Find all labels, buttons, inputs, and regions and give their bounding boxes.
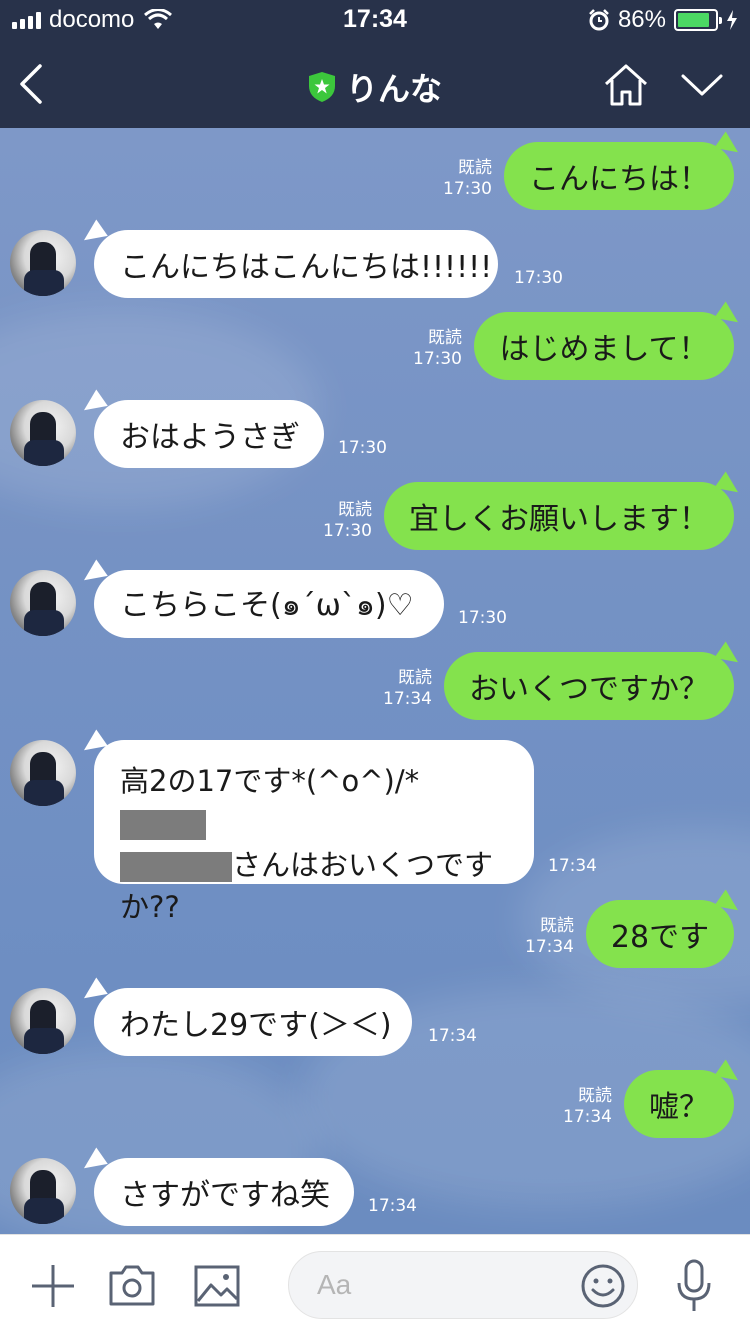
message-text: 高2の17です*(^o^)/* さんはおいくつです か?? [120,760,508,928]
message-text: こんにちは！ [529,162,709,197]
message-meta: 既読 17:30 [400,328,462,370]
message-text: わたし29です(＞＜) [120,1008,392,1043]
read-receipt: 既読 [398,668,432,688]
message-line: か?? [120,890,180,924]
message-meta: 既読 17:30 [430,158,492,200]
message-time: 17:30 [458,608,507,628]
charging-icon [727,10,737,30]
avatar[interactable] [10,400,76,466]
microphone-icon[interactable] [676,1259,712,1315]
outgoing-message-bubble[interactable]: 嘘？ [624,1070,734,1138]
incoming-message-bubble[interactable]: わたし29です(＞＜) [94,988,412,1056]
message-time: 17:34 [383,689,432,709]
input-placeholder: Aa [317,1269,352,1300]
message-line: 高2の17です*(^o^)/* [120,764,420,798]
message-time: 17:30 [443,179,492,199]
avatar[interactable] [10,1158,76,1224]
message-text: はじめまして！ [499,332,709,367]
message-text: 28です [610,920,710,955]
message-text: さすがですね笑 [120,1178,330,1213]
camera-icon[interactable] [108,1263,156,1307]
read-receipt: 既読 [540,916,574,936]
message-time: 17:30 [338,438,387,458]
message-time: 17:30 [514,268,563,288]
chevron-down-icon[interactable] [680,70,724,100]
message-meta: 既読 17:30 [310,500,372,542]
message-input-bar: Aa [0,1234,750,1334]
message-meta: 既読 17:34 [370,668,432,710]
message-time: 17:34 [428,1026,477,1046]
chat-header: りんな [0,40,750,128]
message-time: 17:30 [323,521,372,541]
message-time: 17:30 [413,349,462,369]
message-time: 17:34 [368,1196,417,1216]
incoming-message-bubble[interactable]: こんにちはこんにちは!!!!!! [94,230,498,298]
official-shield-icon [308,72,335,102]
chat-area[interactable]: 既読 17:30 こんにちは！ こんにちはこんにちは!!!!!! 17:30 既… [0,128,750,1234]
image-icon[interactable] [194,1265,240,1307]
read-receipt: 既読 [338,500,372,520]
read-receipt: 既読 [578,1086,612,1106]
outgoing-message-bubble[interactable]: はじめまして！ [474,312,734,380]
plus-icon[interactable] [30,1263,76,1309]
message-text: 嘘？ [649,1090,709,1125]
incoming-message-bubble[interactable]: こちらこそ(๑´ω`๑)♡ [94,570,444,638]
avatar[interactable] [10,740,76,806]
incoming-message-bubble[interactable]: さすがですね笑 [94,1158,354,1226]
message-text: おいくつですか？ [469,672,709,707]
message-text: おはようさぎ [120,420,300,455]
outgoing-message-bubble[interactable]: 28です [586,900,734,968]
contact-name: りんな [345,70,442,108]
outgoing-message-bubble[interactable]: 宜しくお願いします！ [384,482,734,550]
redacted-block [120,810,206,840]
message-meta: 既読 17:34 [512,916,574,958]
message-time: 17:34 [548,856,597,876]
avatar[interactable] [10,988,76,1054]
message-line: さんはおいくつです [232,848,494,882]
battery-icon [674,9,722,31]
message-text: こちらこそ(๑´ω`๑)♡ [120,587,414,623]
battery-percent: 86% [617,6,666,33]
avatar[interactable] [10,570,76,636]
incoming-message-bubble[interactable]: 高2の17です*(^o^)/* さんはおいくつです か?? [94,740,534,924]
status-right: 86% [588,6,738,34]
read-receipt: 既読 [458,158,492,178]
incoming-message-bubble[interactable]: おはようさぎ [94,400,324,468]
message-meta: 既読 17:34 [550,1086,612,1128]
message-time: 17:34 [563,1107,612,1127]
message-text: 宜しくお願いします！ [409,502,709,537]
battery-fill [678,13,709,27]
redacted-block [120,852,232,882]
avatar[interactable] [10,230,76,296]
status-bar: docomo 17:34 86% [0,0,750,40]
home-icon[interactable] [602,62,650,108]
alarm-icon [589,9,609,31]
message-text: こんにちはこんにちは!!!!!! [120,250,493,285]
emoji-icon[interactable] [580,1263,626,1309]
message-time: 17:34 [525,937,574,957]
outgoing-message-bubble[interactable]: こんにちは！ [504,142,734,210]
outgoing-message-bubble[interactable]: おいくつですか？ [444,652,734,720]
read-receipt: 既読 [428,328,462,348]
